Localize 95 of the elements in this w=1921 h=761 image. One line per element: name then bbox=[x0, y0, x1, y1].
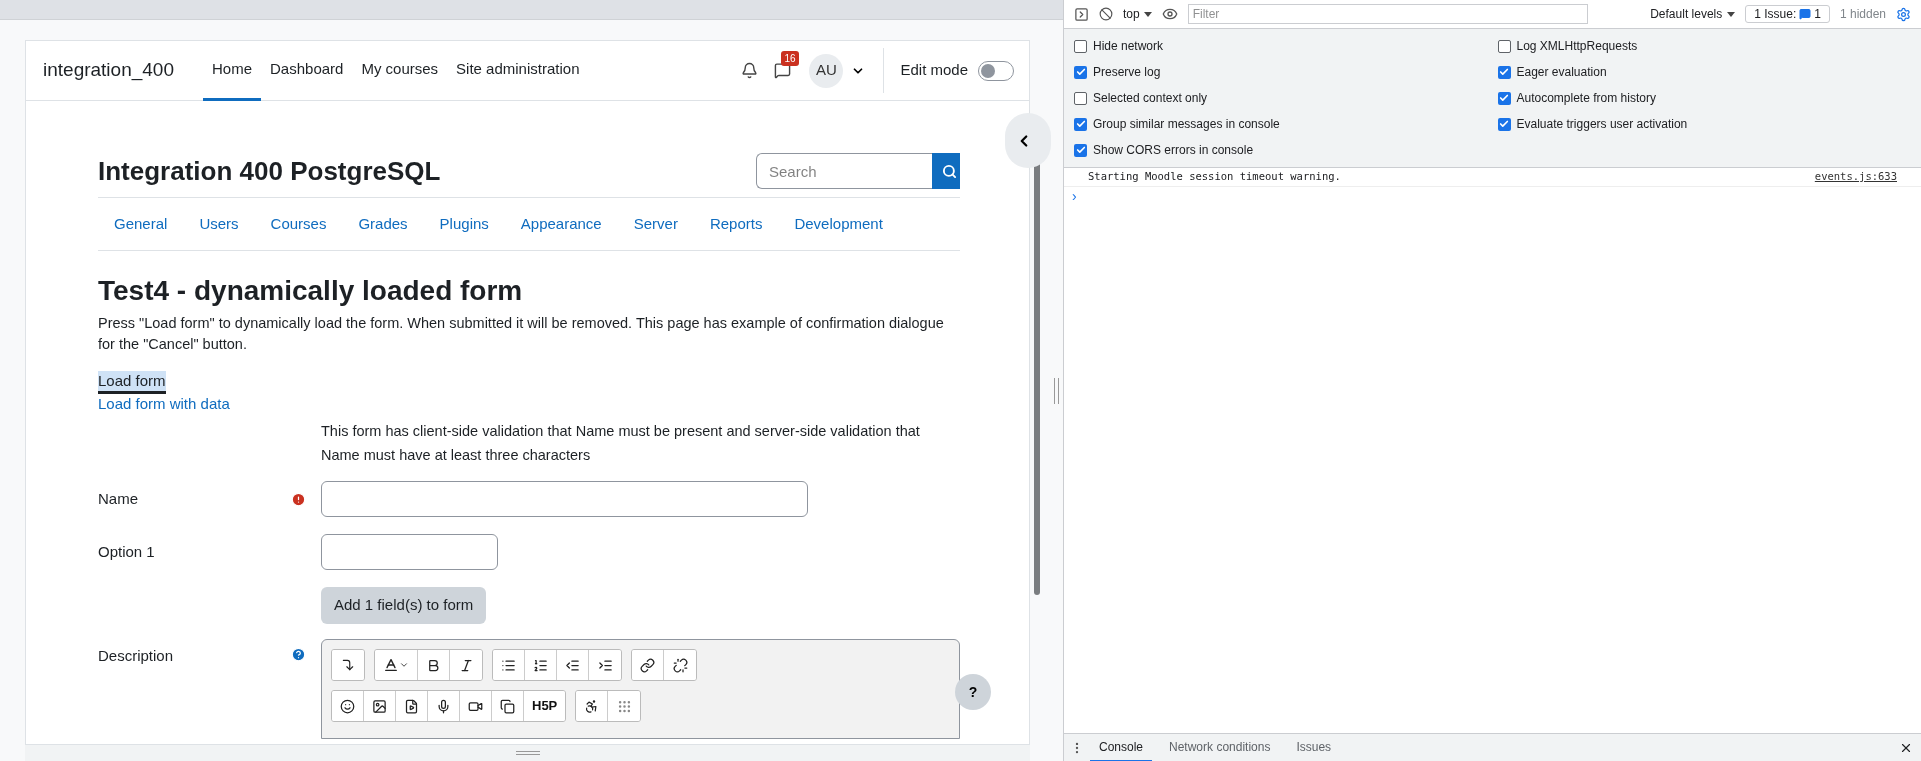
accessibility-icon[interactable] bbox=[576, 691, 609, 721]
setting-label: Group similar messages in console bbox=[1093, 116, 1280, 133]
site-title: Integration 400 PostgreSQL bbox=[98, 154, 441, 188]
setting-checkbox[interactable] bbox=[1074, 39, 1087, 53]
eye-icon[interactable] bbox=[1161, 6, 1178, 22]
user-avatar[interactable]: AU bbox=[809, 53, 844, 88]
nav-link[interactable]: Dashboard bbox=[261, 40, 353, 101]
admin-tab[interactable]: Appearance bbox=[507, 212, 615, 236]
admin-tab[interactable]: Plugins bbox=[426, 212, 502, 236]
numbered-list-icon[interactable] bbox=[525, 650, 557, 680]
link-icon[interactable] bbox=[632, 650, 664, 680]
setting-label: Preserve log bbox=[1093, 64, 1161, 81]
setting-label: Hide network bbox=[1093, 38, 1164, 55]
outdent-icon[interactable] bbox=[557, 650, 589, 680]
setting-label: Show CORS errors in console bbox=[1093, 142, 1254, 159]
search-icon bbox=[941, 163, 957, 179]
drawer-tab[interactable]: Issues bbox=[1287, 733, 1341, 761]
setting-checkbox[interactable] bbox=[1074, 117, 1087, 131]
add-field-button[interactable]: Add 1 field(s) to form bbox=[321, 587, 487, 624]
copy-icon[interactable] bbox=[492, 691, 524, 721]
emoji-icon[interactable] bbox=[332, 691, 364, 721]
text-input[interactable] bbox=[321, 481, 808, 517]
drawer-toggle-button[interactable] bbox=[1005, 113, 1051, 168]
unlink-icon[interactable] bbox=[664, 650, 696, 680]
admin-tab[interactable]: Development bbox=[781, 212, 896, 236]
nav-link[interactable]: Site administration bbox=[447, 40, 589, 101]
page-heading: Test4 - dynamically loaded form bbox=[98, 274, 524, 308]
setting-label: Autocomplete from history bbox=[1516, 90, 1656, 107]
clear-console-icon[interactable] bbox=[1099, 7, 1113, 21]
field-label: Option 1 bbox=[98, 541, 156, 562]
search-field[interactable]: Search bbox=[756, 153, 932, 189]
issue-count: 1 bbox=[1814, 6, 1821, 23]
levels-dropdown[interactable]: Default levels bbox=[1650, 5, 1736, 23]
console-prompt[interactable]: › bbox=[1064, 187, 1921, 205]
search-button[interactable] bbox=[932, 153, 960, 189]
media-file-icon[interactable] bbox=[396, 691, 428, 721]
context-select[interactable]: top bbox=[1123, 5, 1152, 23]
h5p-button[interactable]: H5P bbox=[524, 691, 566, 721]
setting-checkbox[interactable] bbox=[1074, 65, 1087, 79]
console-message: Starting Moodle session timeout warning. bbox=[1088, 169, 1341, 185]
italic-icon[interactable] bbox=[450, 650, 482, 680]
source-link[interactable]: events.js:633 bbox=[1814, 169, 1897, 185]
image-icon[interactable] bbox=[364, 691, 396, 721]
setting-checkbox[interactable] bbox=[1497, 39, 1511, 53]
setting-checkbox[interactable] bbox=[1497, 91, 1511, 105]
setting-checkbox[interactable] bbox=[1074, 143, 1087, 157]
sidebar-toggle-icon[interactable] bbox=[1074, 6, 1089, 22]
dots-grid-icon[interactable] bbox=[608, 691, 641, 721]
admin-tab[interactable]: Users bbox=[186, 212, 252, 236]
drawer-tab[interactable]: Network conditions bbox=[1160, 733, 1280, 761]
intro-text: Press "Load form" to dynamically load the form. When submitted it will be removed. This page has example of confirmation dialogue for the "Cancel" button. bbox=[98, 314, 945, 354]
hidden-count: 1 hidden bbox=[1839, 6, 1886, 23]
admin-tab[interactable]: General bbox=[101, 212, 181, 236]
dropdown-triangle-icon bbox=[1727, 12, 1736, 18]
form-note: This form has client-side validation that Name must be present and server-side validation that Name must have at least three characters bbox=[321, 422, 921, 465]
drawer-tab[interactable]: Console bbox=[1090, 733, 1153, 761]
admin-tab[interactable]: Courses bbox=[257, 212, 340, 236]
message-count-badge: 16 bbox=[781, 51, 799, 66]
setting-label: Selected context only bbox=[1093, 90, 1208, 107]
nav-link[interactable]: Home bbox=[203, 40, 261, 101]
settings-icon[interactable] bbox=[1896, 6, 1911, 22]
admin-tab[interactable]: Server bbox=[620, 212, 691, 236]
notification-bell-icon[interactable] bbox=[741, 62, 759, 79]
help-icon[interactable] bbox=[291, 647, 306, 662]
setting-checkbox[interactable] bbox=[1497, 117, 1511, 131]
setting-label: Eager evaluation bbox=[1516, 64, 1607, 81]
video-camera-icon[interactable] bbox=[460, 691, 492, 721]
filter-field[interactable]: Filter bbox=[1187, 4, 1588, 24]
setting-checkbox[interactable] bbox=[1074, 91, 1087, 105]
setting-label: Log XMLHttpRequests bbox=[1516, 38, 1638, 55]
edit-mode-toggle[interactable] bbox=[978, 60, 1014, 81]
field-label: Name bbox=[98, 488, 139, 509]
setting-label: Evaluate triggers user activation bbox=[1516, 116, 1688, 133]
bullet-list-icon[interactable] bbox=[493, 650, 525, 680]
form-link[interactable]: Load form with data bbox=[98, 394, 230, 414]
pane-resize-grip[interactable] bbox=[1054, 378, 1059, 404]
microphone-icon[interactable] bbox=[428, 691, 460, 721]
collapse-icon[interactable] bbox=[332, 650, 364, 680]
site-brand[interactable]: integration_400 bbox=[43, 56, 174, 85]
bold-icon[interactable] bbox=[418, 650, 450, 680]
dropdown-triangle-icon bbox=[1143, 11, 1152, 17]
edit-mode-label: Edit mode bbox=[900, 60, 968, 81]
nav-link[interactable]: My courses bbox=[352, 40, 448, 101]
text-input[interactable] bbox=[321, 534, 498, 570]
field-label: Description bbox=[98, 646, 175, 666]
font-color-icon[interactable] bbox=[375, 650, 418, 680]
form-link[interactable]: Load form bbox=[98, 371, 166, 394]
indent-icon[interactable] bbox=[589, 650, 621, 680]
issue-icon bbox=[1799, 8, 1812, 20]
issues-button[interactable]: 1 Issue: 1 bbox=[1745, 5, 1830, 23]
help-button[interactable]: ? bbox=[955, 674, 991, 710]
message-icon[interactable] bbox=[774, 62, 792, 79]
admin-tab[interactable]: Reports bbox=[696, 212, 776, 236]
admin-tab[interactable]: Grades bbox=[345, 212, 421, 236]
setting-checkbox[interactable] bbox=[1497, 65, 1511, 79]
